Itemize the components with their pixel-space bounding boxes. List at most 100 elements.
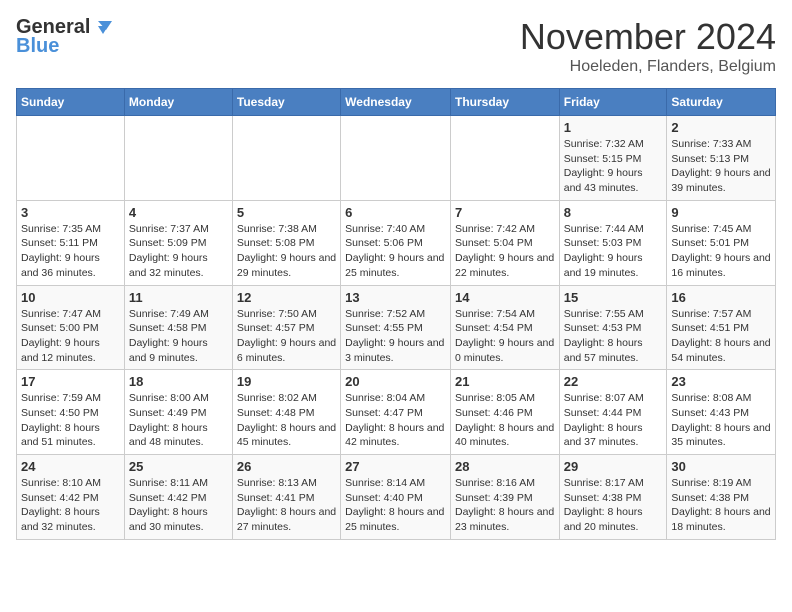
day-number: 25 [129, 459, 228, 474]
calendar-cell: 29 Sunrise: 8:17 AM Sunset: 4:38 PM Dayli… [559, 455, 667, 540]
day-number: 20 [345, 374, 446, 389]
day-number: 15 [564, 290, 663, 305]
day-info: Sunrise: 8:14 AM Sunset: 4:40 PM Dayligh… [345, 476, 446, 535]
day-number: 1 [564, 120, 663, 135]
day-number: 4 [129, 205, 228, 220]
calendar-cell: 30Sunrise: 8:19 AM Sunset: 4:38 PM Dayli… [667, 455, 776, 540]
calendar-cell: 15 Sunrise: 7:55 AM Sunset: 4:53 PM Dayli… [559, 285, 667, 370]
calendar-cell: 10 Sunrise: 7:47 AM Sunset: 5:00 PM Dayli… [17, 285, 125, 370]
day-info: Sunrise: 8:11 AM Sunset: 4:42 PM Dayligh… [129, 476, 228, 535]
day-number: 23 [671, 374, 771, 389]
logo-container: General Blue [16, 16, 114, 58]
day-info: Sunrise: 7:40 AM Sunset: 5:06 PM Dayligh… [345, 222, 446, 281]
calendar-cell: 14Sunrise: 7:54 AM Sunset: 4:54 PM Dayli… [450, 285, 559, 370]
calendar-cell: 21 Sunrise: 8:05 AM Sunset: 4:46 PM Dayli… [450, 370, 559, 455]
weekday-header: Monday [124, 89, 232, 116]
week-row-4: 17 Sunrise: 7:59 AM Sunset: 4:50 PM Dayli… [17, 370, 776, 455]
calendar-cell: 4 Sunrise: 7:37 AM Sunset: 5:09 PM Daylig… [124, 200, 232, 285]
calendar-cell: 1 Sunrise: 7:32 AM Sunset: 5:15 PM Daylig… [559, 116, 667, 201]
month-title: November 2024 [520, 16, 776, 58]
logo-flag-icon [92, 17, 114, 39]
day-info: Sunrise: 7:35 AM Sunset: 5:11 PM Dayligh… [21, 222, 120, 281]
calendar-cell: 3 Sunrise: 7:35 AM Sunset: 5:11 PM Daylig… [17, 200, 125, 285]
day-number: 28 [455, 459, 555, 474]
weekday-header: Friday [559, 89, 667, 116]
day-number: 19 [237, 374, 336, 389]
day-number: 26 [237, 459, 336, 474]
day-info: Sunrise: 8:07 AM Sunset: 4:44 PM Dayligh… [564, 391, 663, 450]
calendar-cell [232, 116, 340, 201]
day-number: 7 [455, 205, 555, 220]
day-info: Sunrise: 8:13 AM Sunset: 4:41 PM Dayligh… [237, 476, 336, 535]
week-row-2: 3 Sunrise: 7:35 AM Sunset: 5:11 PM Daylig… [17, 200, 776, 285]
day-number: 12 [237, 290, 336, 305]
calendar-cell: 28 Sunrise: 8:16 AM Sunset: 4:39 PM Dayli… [450, 455, 559, 540]
day-info: Sunrise: 7:37 AM Sunset: 5:09 PM Dayligh… [129, 222, 228, 281]
calendar-cell: 7 Sunrise: 7:42 AM Sunset: 5:04 PM Daylig… [450, 200, 559, 285]
day-info: Sunrise: 8:19 AM Sunset: 4:38 PM Dayligh… [671, 476, 771, 535]
day-number: 3 [21, 205, 120, 220]
day-number: 11 [129, 290, 228, 305]
day-info: Sunrise: 7:49 AM Sunset: 4:58 PM Dayligh… [129, 307, 228, 366]
logo: General Blue [16, 16, 114, 58]
day-info: Sunrise: 7:44 AM Sunset: 5:03 PM Dayligh… [564, 222, 663, 281]
calendar-table: SundayMondayTuesdayWednesdayThursdayFrid… [16, 88, 776, 540]
calendar-cell: 2 Sunrise: 7:33 AM Sunset: 5:13 PM Daylig… [667, 116, 776, 201]
weekday-header: Wednesday [341, 89, 451, 116]
calendar-cell: 12 Sunrise: 7:50 AM Sunset: 4:57 PM Dayli… [232, 285, 340, 370]
calendar-cell: 18 Sunrise: 8:00 AM Sunset: 4:49 PM Dayli… [124, 370, 232, 455]
weekday-header-row: SundayMondayTuesdayWednesdayThursdayFrid… [17, 89, 776, 116]
logo-blue-text: Blue [16, 35, 59, 58]
day-info: Sunrise: 8:02 AM Sunset: 4:48 PM Dayligh… [237, 391, 336, 450]
calendar-cell: 11 Sunrise: 7:49 AM Sunset: 4:58 PM Dayli… [124, 285, 232, 370]
day-info: Sunrise: 7:54 AM Sunset: 4:54 PM Dayligh… [455, 307, 555, 366]
day-info: Sunrise: 8:08 AM Sunset: 4:43 PM Dayligh… [671, 391, 771, 450]
day-info: Sunrise: 7:33 AM Sunset: 5:13 PM Dayligh… [671, 137, 771, 196]
day-info: Sunrise: 7:55 AM Sunset: 4:53 PM Dayligh… [564, 307, 663, 366]
calendar-cell: 25 Sunrise: 8:11 AM Sunset: 4:42 PM Dayli… [124, 455, 232, 540]
day-number: 9 [671, 205, 771, 220]
calendar-cell: 20 Sunrise: 8:04 AM Sunset: 4:47 PM Dayli… [341, 370, 451, 455]
day-number: 13 [345, 290, 446, 305]
day-info: Sunrise: 7:32 AM Sunset: 5:15 PM Dayligh… [564, 137, 663, 196]
calendar-cell [450, 116, 559, 201]
header: General Blue November 2024 Hoeleden, Fla… [16, 16, 776, 76]
calendar-cell: 9 Sunrise: 7:45 AM Sunset: 5:01 PM Daylig… [667, 200, 776, 285]
day-info: Sunrise: 7:57 AM Sunset: 4:51 PM Dayligh… [671, 307, 771, 366]
day-info: Sunrise: 7:50 AM Sunset: 4:57 PM Dayligh… [237, 307, 336, 366]
day-number: 10 [21, 290, 120, 305]
day-info: Sunrise: 7:42 AM Sunset: 5:04 PM Dayligh… [455, 222, 555, 281]
day-number: 21 [455, 374, 555, 389]
day-info: Sunrise: 8:00 AM Sunset: 4:49 PM Dayligh… [129, 391, 228, 450]
day-info: Sunrise: 8:05 AM Sunset: 4:46 PM Dayligh… [455, 391, 555, 450]
day-info: Sunrise: 8:10 AM Sunset: 4:42 PM Dayligh… [21, 476, 120, 535]
calendar-cell: 24 Sunrise: 8:10 AM Sunset: 4:42 PM Dayli… [17, 455, 125, 540]
week-row-1: 1 Sunrise: 7:32 AM Sunset: 5:15 PM Daylig… [17, 116, 776, 201]
weekday-header: Saturday [667, 89, 776, 116]
title-section: November 2024 Hoeleden, Flanders, Belgiu… [520, 16, 776, 76]
day-number: 29 [564, 459, 663, 474]
calendar-cell: 17 Sunrise: 7:59 AM Sunset: 4:50 PM Dayli… [17, 370, 125, 455]
day-info: Sunrise: 7:45 AM Sunset: 5:01 PM Dayligh… [671, 222, 771, 281]
calendar-cell: 23 Sunrise: 8:08 AM Sunset: 4:43 PM Dayli… [667, 370, 776, 455]
calendar-cell: 16Sunrise: 7:57 AM Sunset: 4:51 PM Dayli… [667, 285, 776, 370]
calendar-cell: 8 Sunrise: 7:44 AM Sunset: 5:03 PM Daylig… [559, 200, 667, 285]
day-info: Sunrise: 8:16 AM Sunset: 4:39 PM Dayligh… [455, 476, 555, 535]
day-number: 8 [564, 205, 663, 220]
day-number: 22 [564, 374, 663, 389]
calendar-cell [124, 116, 232, 201]
day-number: 17 [21, 374, 120, 389]
day-number: 6 [345, 205, 446, 220]
day-number: 2 [671, 120, 771, 135]
calendar-cell: 22 Sunrise: 8:07 AM Sunset: 4:44 PM Dayli… [559, 370, 667, 455]
day-info: Sunrise: 8:04 AM Sunset: 4:47 PM Dayligh… [345, 391, 446, 450]
day-number: 24 [21, 459, 120, 474]
day-info: Sunrise: 8:17 AM Sunset: 4:38 PM Dayligh… [564, 476, 663, 535]
day-info: Sunrise: 7:38 AM Sunset: 5:08 PM Dayligh… [237, 222, 336, 281]
calendar-cell [17, 116, 125, 201]
day-info: Sunrise: 7:47 AM Sunset: 5:00 PM Dayligh… [21, 307, 120, 366]
location-title: Hoeleden, Flanders, Belgium [520, 58, 776, 76]
day-number: 18 [129, 374, 228, 389]
day-info: Sunrise: 7:59 AM Sunset: 4:50 PM Dayligh… [21, 391, 120, 450]
weekday-header: Sunday [17, 89, 125, 116]
